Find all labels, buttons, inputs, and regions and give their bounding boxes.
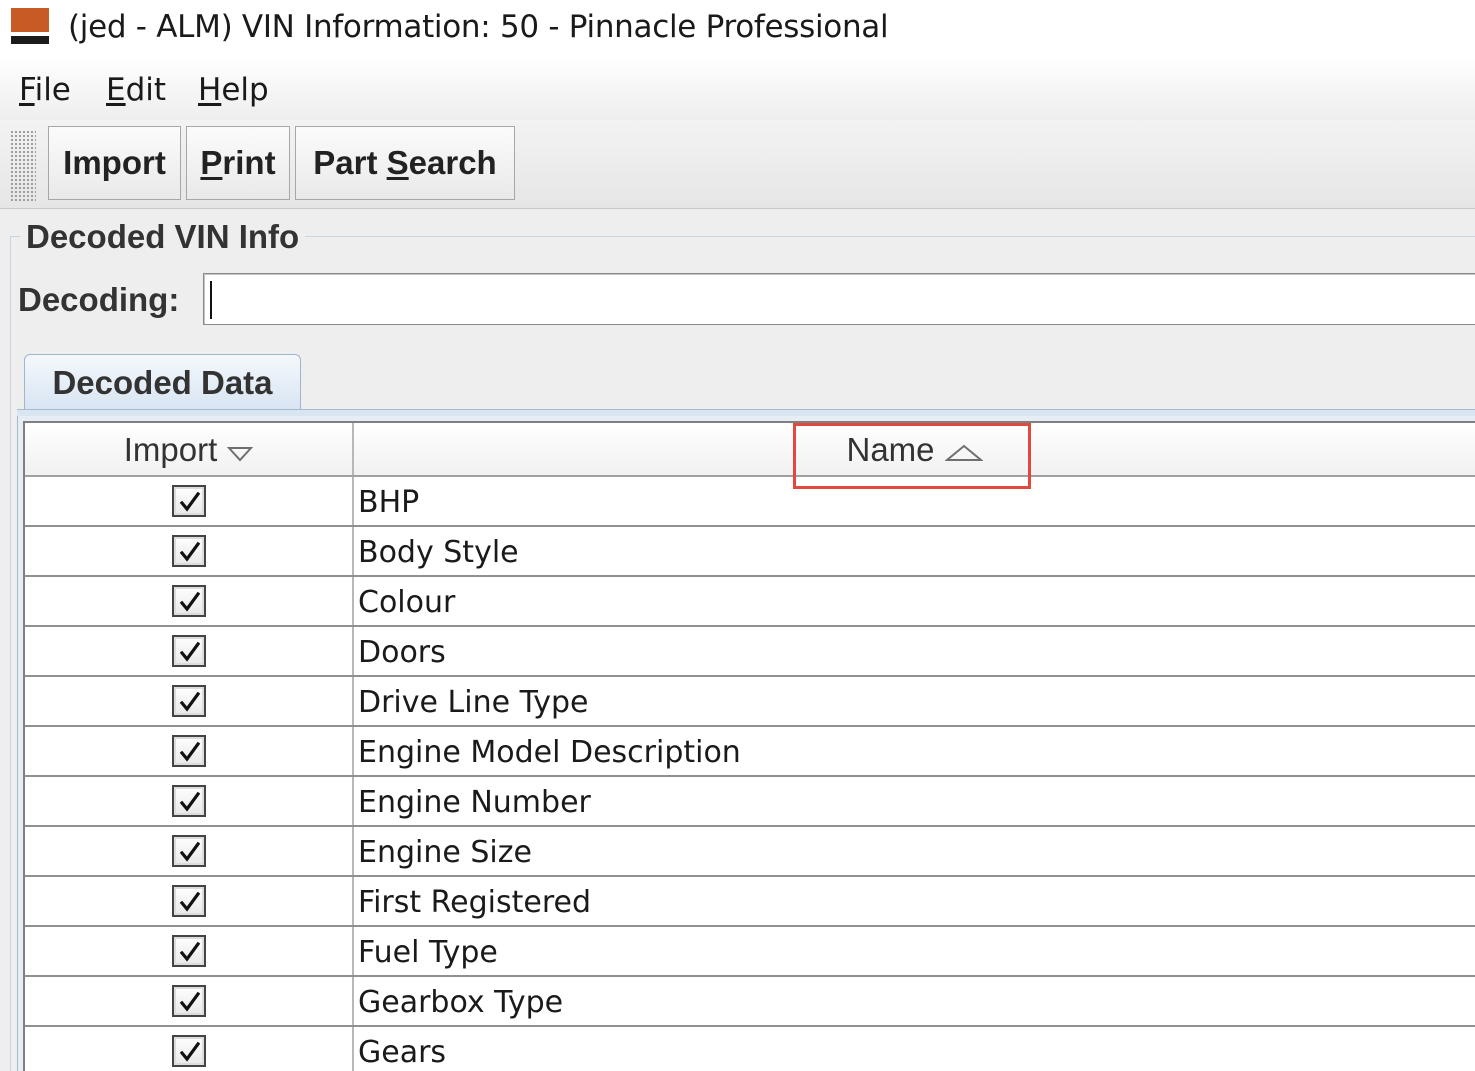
name-cell: First Registered xyxy=(358,885,592,920)
import-checkbox[interactable] xyxy=(172,985,206,1017)
column-header-name[interactable]: Name xyxy=(354,423,1475,475)
table-row[interactable]: Engine Model Description xyxy=(25,727,1475,777)
checkmark-icon xyxy=(179,741,201,762)
checkmark-icon xyxy=(179,1041,201,1062)
import-cell xyxy=(25,977,354,1025)
checkmark-icon xyxy=(179,941,201,962)
name-cell: Doors xyxy=(358,635,446,670)
import-checkbox[interactable] xyxy=(172,885,206,917)
decoding-label: Decoding: xyxy=(18,281,180,318)
table-row[interactable]: Drive Line Type xyxy=(25,677,1475,727)
checkmark-icon xyxy=(179,841,201,862)
name-cell: Engine Number xyxy=(358,785,591,820)
checkmark-icon xyxy=(179,691,201,712)
sort-ascending-icon xyxy=(943,425,984,479)
group-title: Decoded VIN Info xyxy=(20,217,306,257)
import-checkbox[interactable] xyxy=(172,685,206,717)
import-checkbox[interactable] xyxy=(172,585,206,617)
table-row[interactable]: Fuel Type xyxy=(25,927,1475,977)
table-row[interactable]: Gearbox Type xyxy=(25,977,1475,1027)
checkmark-icon xyxy=(179,541,201,562)
import-cell xyxy=(25,527,354,575)
import-cell xyxy=(25,777,354,825)
import-cell xyxy=(25,577,354,625)
checkmark-icon xyxy=(179,491,201,512)
import-checkbox[interactable] xyxy=(172,535,206,567)
name-cell: BHP xyxy=(358,485,420,520)
title-bar: (jed - ALM) VIN Information: 50 - Pinnac… xyxy=(0,0,1475,56)
app-icon[interactable] xyxy=(11,8,49,44)
import-checkbox[interactable] xyxy=(172,1035,206,1067)
decoded-data-table: Import Name BHP Body Style Colour Doors Driv… xyxy=(23,421,1475,1071)
menu-help[interactable]: Help xyxy=(198,70,269,110)
import-cell xyxy=(25,627,354,675)
import-cell xyxy=(25,477,354,525)
import-checkbox[interactable] xyxy=(172,635,206,667)
import-cell xyxy=(25,1027,354,1071)
menu-bar: File Edit Help xyxy=(0,56,1475,120)
toolbar-grip-handle[interactable] xyxy=(10,130,36,202)
table-row[interactable]: Gears xyxy=(25,1027,1475,1071)
import-checkbox[interactable] xyxy=(172,835,206,867)
menu-file[interactable]: File xyxy=(19,70,71,110)
name-cell: Colour xyxy=(358,585,456,620)
name-cell: Drive Line Type xyxy=(358,685,589,720)
column-header-import[interactable]: Import xyxy=(25,423,354,475)
import-cell xyxy=(25,877,354,925)
checkmark-icon xyxy=(179,891,201,912)
sort-descending-icon xyxy=(226,425,254,479)
table-row[interactable]: Doors xyxy=(25,627,1475,677)
table-row[interactable]: Engine Size xyxy=(25,827,1475,877)
part-search-button[interactable]: Part Search xyxy=(295,126,515,200)
import-cell xyxy=(25,827,354,875)
name-cell: Fuel Type xyxy=(358,935,498,970)
name-cell: Gears xyxy=(358,1035,447,1070)
import-checkbox[interactable] xyxy=(172,485,206,517)
checkmark-icon xyxy=(179,991,201,1012)
name-cell: Gearbox Type xyxy=(358,985,564,1020)
checkmark-icon xyxy=(179,591,201,612)
checkmark-icon xyxy=(179,641,201,662)
print-button[interactable]: Print xyxy=(186,126,290,200)
decoding-input[interactable] xyxy=(203,273,1475,325)
import-cell xyxy=(25,727,354,775)
text-caret xyxy=(210,281,212,319)
import-button[interactable]: Import xyxy=(48,126,181,200)
tab-label: Decoded Data xyxy=(52,364,273,401)
import-cell xyxy=(25,927,354,975)
checkmark-icon xyxy=(179,791,201,812)
table-row[interactable]: BHP xyxy=(25,477,1475,527)
toolbar: Import Print Part Search xyxy=(0,120,1475,209)
vin-info-panel: Decoded VIN Info Decoding: Decoded Data … xyxy=(0,209,1475,1071)
import-cell xyxy=(25,677,354,725)
table-row[interactable]: Colour xyxy=(25,577,1475,627)
import-checkbox[interactable] xyxy=(172,785,206,817)
table-header: Import Name xyxy=(25,423,1475,477)
table-row[interactable]: First Registered xyxy=(25,877,1475,927)
name-cell: Engine Model Description xyxy=(358,735,741,770)
name-cell: Engine Size xyxy=(358,835,532,870)
name-cell: Body Style xyxy=(358,535,519,570)
tab-strip xyxy=(17,409,1475,416)
tab-decoded-data[interactable]: Decoded Data xyxy=(24,354,301,412)
menu-edit[interactable]: Edit xyxy=(106,70,166,110)
import-checkbox[interactable] xyxy=(172,735,206,767)
table-row[interactable]: Engine Number xyxy=(25,777,1475,827)
window-title: (jed - ALM) VIN Information: 50 - Pinnac… xyxy=(68,9,889,45)
table-row[interactable]: Body Style xyxy=(25,527,1475,577)
import-checkbox[interactable] xyxy=(172,935,206,967)
